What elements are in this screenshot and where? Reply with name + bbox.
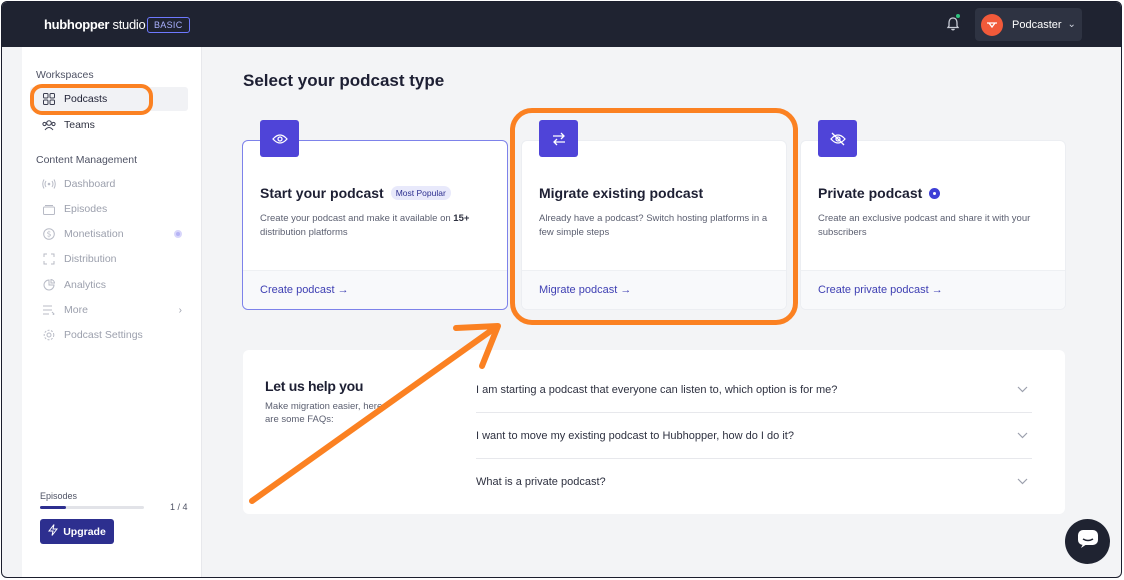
card-description: Create your podcast and make it availabl… [260, 212, 496, 240]
card-title-text: Private podcast [818, 185, 923, 201]
broadcast-icon [42, 177, 56, 191]
faq-item[interactable]: What is a private podcast? [476, 459, 1032, 505]
sidebar-item-more[interactable]: More › [30, 298, 188, 322]
sidebar-item-label: Podcast Settings [64, 329, 143, 341]
plan-badge: BASIC [147, 17, 190, 33]
topbar: hubhopper studio BASIC Podcaster ⌄ [2, 2, 1121, 47]
faq-question: What is a private podcast? [476, 476, 606, 488]
chat-bubble-icon [1077, 529, 1099, 554]
chevron-down-icon [1017, 476, 1028, 488]
sidebar-item-label: Monetisation [64, 228, 124, 240]
private-indicator-icon [929, 187, 941, 199]
logo-bold-text: hubhopper [44, 17, 110, 32]
sidebar-item-episodes[interactable]: Episodes [30, 197, 188, 221]
user-name: Podcaster [1012, 18, 1062, 31]
logo[interactable]: hubhopper studio [44, 17, 146, 32]
eye-icon [260, 120, 299, 157]
section-content-management: Content Management [36, 154, 137, 166]
chevron-down-icon [1017, 384, 1028, 396]
page-title: Select your podcast type [243, 71, 445, 90]
chart-icon [42, 278, 56, 292]
card-title: Start your podcast Most Popular [260, 185, 451, 201]
sidebar-item-dashboard[interactable]: Dashboard [30, 172, 188, 196]
sidebar-item-monetisation[interactable]: $ Monetisation [30, 222, 188, 246]
upgrade-label: Upgrade [63, 525, 106, 538]
card-start-podcast[interactable]: Start your podcast Most Popular Create y… [242, 120, 508, 310]
chevron-down-icon [1017, 430, 1028, 442]
chat-support-button[interactable] [1065, 519, 1110, 564]
episodes-usage-bar [40, 506, 144, 509]
team-icon [42, 118, 56, 132]
card-description-bold: 15+ [453, 213, 470, 224]
help-panel: Let us help you Make migration easier, h… [243, 350, 1065, 514]
sidebar-item-label: Analytics [64, 279, 107, 291]
dollar-icon: $ [42, 227, 56, 241]
faq-item[interactable]: I want to move my existing podcast to Hu… [476, 413, 1032, 459]
create-podcast-link[interactable]: Create podcast → [260, 284, 349, 296]
notification-bell-icon[interactable] [944, 14, 962, 33]
card-title-text: Start your podcast [260, 185, 384, 201]
app-window: hubhopper studio BASIC Podcaster ⌄ Works… [1, 1, 1122, 578]
create-private-podcast-link[interactable]: Create private podcast → [818, 284, 943, 296]
podcasts-highlight-annotation [30, 84, 153, 115]
migrate-highlight-annotation [510, 108, 798, 325]
chevron-down-icon: ⌄ [1067, 19, 1076, 30]
user-menu-button[interactable]: Podcaster ⌄ [975, 8, 1082, 41]
avatar [981, 13, 1003, 36]
chevron-right-icon: › [178, 304, 182, 316]
lightning-icon [48, 524, 59, 539]
faq-question: I want to move my existing podcast to Hu… [476, 429, 794, 442]
new-indicator-dot [174, 230, 182, 238]
notification-dot [956, 14, 960, 18]
expand-icon [42, 252, 56, 266]
sidebar-item-distribution[interactable]: Distribution [30, 247, 188, 271]
list-icon [42, 303, 56, 317]
gear-icon [42, 328, 56, 342]
most-popular-badge: Most Popular [390, 186, 451, 200]
upgrade-button[interactable]: Upgrade [40, 519, 114, 544]
sidebar-item-teams[interactable]: Teams [30, 113, 188, 137]
sidebar-item-label: Distribution [64, 253, 117, 265]
sidebar-item-podcast-settings[interactable]: Podcast Settings [30, 323, 188, 347]
card-title: Private podcast [818, 185, 941, 201]
sidebar-item-label: Dashboard [64, 178, 116, 190]
svg-text:$: $ [47, 230, 52, 239]
help-title: Let us help you [265, 378, 364, 394]
faq-question: I am starting a podcast that everyone ca… [476, 383, 838, 396]
help-subtitle: Make migration easier, here are some FAQ… [265, 401, 383, 425]
episodes-usage-count: 1 / 4 [170, 502, 188, 512]
card-description-text: Create your podcast and make it availabl… [260, 213, 454, 224]
sidebar-item-analytics[interactable]: Analytics [30, 273, 188, 297]
card-description: Create an exclusive podcast and share it… [818, 213, 1031, 238]
card-private-podcast[interactable]: Private podcast Create an exclusive podc… [800, 120, 1066, 310]
episodes-icon [42, 202, 56, 216]
faq-item[interactable]: I am starting a podcast that everyone ca… [476, 367, 1032, 413]
section-workspaces: Workspaces [36, 69, 94, 81]
sidebar-item-label: Episodes [64, 203, 108, 215]
card-description-text-end: distribution platforms [260, 227, 348, 238]
sidebar-item-label: More [64, 304, 88, 316]
episodes-usage-label: Episodes [40, 491, 78, 501]
sidebar-item-label: Teams [64, 119, 95, 131]
episodes-usage-fill [40, 506, 66, 509]
eye-off-icon [818, 120, 857, 157]
logo-light-text: studio [109, 17, 146, 32]
